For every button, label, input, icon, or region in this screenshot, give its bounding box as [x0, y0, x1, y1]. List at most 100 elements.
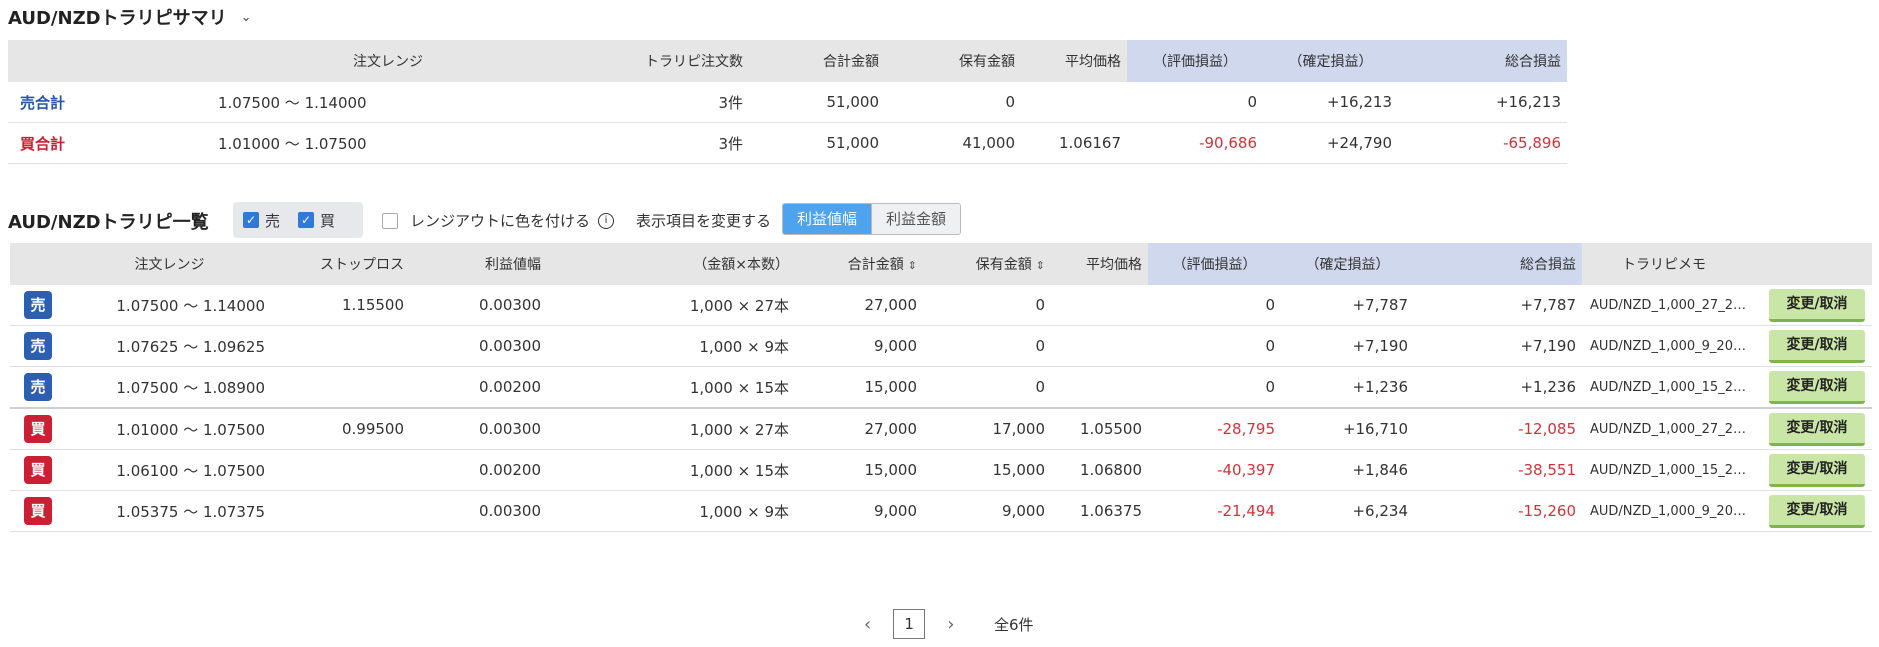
cell: 変更/取消	[1762, 407, 1872, 450]
filter-sell-checkbox[interactable]: ✓ 売	[243, 210, 280, 231]
cell: 売	[10, 325, 66, 367]
info-icon[interactable]: i	[598, 212, 615, 229]
list-header-realized: （確定損益）	[1281, 243, 1414, 285]
toggle-profit-amount[interactable]: 利益金額	[871, 204, 961, 234]
summary-title-text: AUD/NZDトラリピサマリ	[8, 8, 227, 29]
avg-price	[1051, 285, 1148, 326]
summary-total: 51,000	[749, 82, 885, 123]
summary-row-buy: 買合計 1.01000 〜 1.07500 3件 51,000 41,000 1…	[8, 122, 1567, 164]
stop-loss: 0.99500	[273, 407, 410, 450]
summary-net: -65,896	[1398, 122, 1567, 164]
list-header-stoploss: ストップロス	[273, 243, 410, 285]
cell: 買	[10, 449, 66, 491]
sort-icon[interactable]: ⇕	[908, 259, 917, 272]
memo: AUD/NZD_1,000_9_20…	[1582, 325, 1762, 367]
total-amount: 27,000	[795, 407, 923, 450]
summary-net: +16,213	[1398, 82, 1567, 123]
total-count: 全6件	[994, 616, 1034, 634]
modify-cancel-button[interactable]: 変更/取消	[1769, 453, 1865, 487]
summary-label: 買合計	[8, 122, 163, 164]
cell: 変更/取消	[1762, 490, 1872, 532]
avg-price	[1051, 366, 1148, 409]
summary-label: 売合計	[8, 82, 163, 123]
display-items-label: 表示項目を変更する	[636, 212, 772, 230]
avg-price: 1.06800	[1051, 449, 1148, 491]
list-row: 買 1.01000 〜 1.07500 0.99500 0.00300 1,000 × …	[10, 407, 1872, 450]
summary-unrealized: -90,686	[1127, 122, 1263, 164]
filter-buy-checkbox[interactable]: ✓ 買	[298, 210, 335, 231]
chevron-down-icon[interactable]: ⌄	[241, 10, 252, 25]
cell: 変更/取消	[1762, 449, 1872, 491]
summary-count: 3件	[613, 82, 749, 123]
net-pl: +7,787	[1414, 285, 1582, 326]
pagination: ‹ 1 ›	[864, 609, 954, 639]
summary-total: 51,000	[749, 122, 885, 164]
summary-header-count: トラリピ注文数	[613, 40, 749, 82]
summary-title[interactable]: AUD/NZDトラリピサマリ ⌄	[8, 4, 251, 30]
modify-cancel-button[interactable]: 変更/取消	[1769, 370, 1865, 404]
check-icon: ✓	[243, 212, 259, 228]
list-row: 売 1.07500 〜 1.08900 0.00200 1,000 × 15本 15,0…	[10, 366, 1872, 409]
side-badge: 買	[24, 497, 52, 525]
amount-qty: 1,000 × 15本	[547, 366, 795, 409]
prev-page-icon[interactable]: ‹	[864, 614, 871, 635]
amount-qty: 1,000 × 9本	[547, 490, 795, 532]
summary-header-avg: 平均価格	[1021, 40, 1127, 82]
stop-loss	[273, 449, 410, 491]
list-header-memo: トラリピメモ	[1582, 243, 1762, 285]
stop-loss	[273, 325, 410, 367]
list-header-net: 総合損益	[1414, 243, 1582, 285]
modify-cancel-button[interactable]: 変更/取消	[1769, 329, 1865, 363]
toggle-profit-width[interactable]: 利益値幅	[783, 204, 872, 234]
net-pl: -12,085	[1414, 407, 1582, 450]
profit-width: 0.00300	[410, 407, 547, 450]
order-range: 1.05375 〜 1.07375	[66, 490, 273, 532]
summary-range: 1.07500 〜 1.14000	[163, 82, 613, 123]
modify-cancel-button[interactable]: 変更/取消	[1769, 494, 1865, 528]
net-pl: +1,236	[1414, 366, 1582, 409]
page-number-button[interactable]: 1	[893, 609, 926, 639]
total-amount: 15,000	[795, 449, 923, 491]
profit-width: 0.00300	[410, 325, 547, 367]
realized-pl: +7,787	[1281, 285, 1414, 326]
order-range: 1.07625 〜 1.09625	[66, 325, 273, 367]
cell: 売	[10, 285, 66, 326]
amount-qty: 1,000 × 9本	[547, 325, 795, 367]
avg-price: 1.06375	[1051, 490, 1148, 532]
list-header-total[interactable]: 合計金額 ⇕	[795, 243, 923, 285]
summary-held: 41,000	[885, 122, 1021, 164]
stop-loss	[273, 490, 410, 532]
order-range: 1.01000 〜 1.07500	[66, 407, 273, 450]
held-amount: 0	[923, 285, 1051, 326]
order-range: 1.06100 〜 1.07500	[66, 449, 273, 491]
summary-header-range: 注文レンジ	[163, 40, 613, 82]
sort-icon[interactable]: ⇕	[1036, 259, 1045, 272]
profit-width: 0.00300	[410, 490, 547, 532]
filter-buy-label: 買	[320, 211, 336, 230]
held-amount: 17,000	[923, 407, 1051, 450]
filter-sell-label: 売	[265, 211, 281, 230]
avg-price	[1051, 325, 1148, 367]
check-icon: ✓	[298, 212, 315, 228]
summary-header-unrealized: （評価損益）	[1127, 40, 1263, 82]
modify-cancel-button[interactable]: 変更/取消	[1769, 412, 1865, 446]
next-page-icon[interactable]: ›	[947, 614, 954, 635]
list-header-held[interactable]: 保有金額 ⇕	[923, 243, 1051, 285]
net-pl: +7,190	[1414, 325, 1582, 367]
held-amount: 0	[923, 325, 1051, 367]
held-amount: 0	[923, 366, 1051, 409]
summary-avg	[1021, 82, 1127, 123]
summary-header-row: 注文レンジ トラリピ注文数 合計金額 保有金額 平均価格 （評価損益） （確定損…	[8, 40, 1567, 82]
stop-loss: 1.15500	[273, 285, 410, 326]
stop-loss	[273, 366, 410, 409]
profit-width: 0.00200	[410, 366, 547, 409]
side-badge: 買	[24, 456, 52, 484]
held-amount: 15,000	[923, 449, 1051, 491]
range-color-checkbox[interactable]: レンジアウトに色を付ける i	[382, 210, 615, 231]
cell: 買	[10, 407, 66, 450]
summary-table: 注文レンジ トラリピ注文数 合計金額 保有金額 平均価格 （評価損益） （確定損…	[8, 40, 1567, 164]
summary-header-net: 総合損益	[1398, 40, 1567, 82]
modify-cancel-button[interactable]: 変更/取消	[1769, 288, 1865, 322]
list-header-qty: （金額×本数）	[547, 243, 795, 285]
range-color-label: レンジアウトに色を付ける	[410, 212, 591, 230]
